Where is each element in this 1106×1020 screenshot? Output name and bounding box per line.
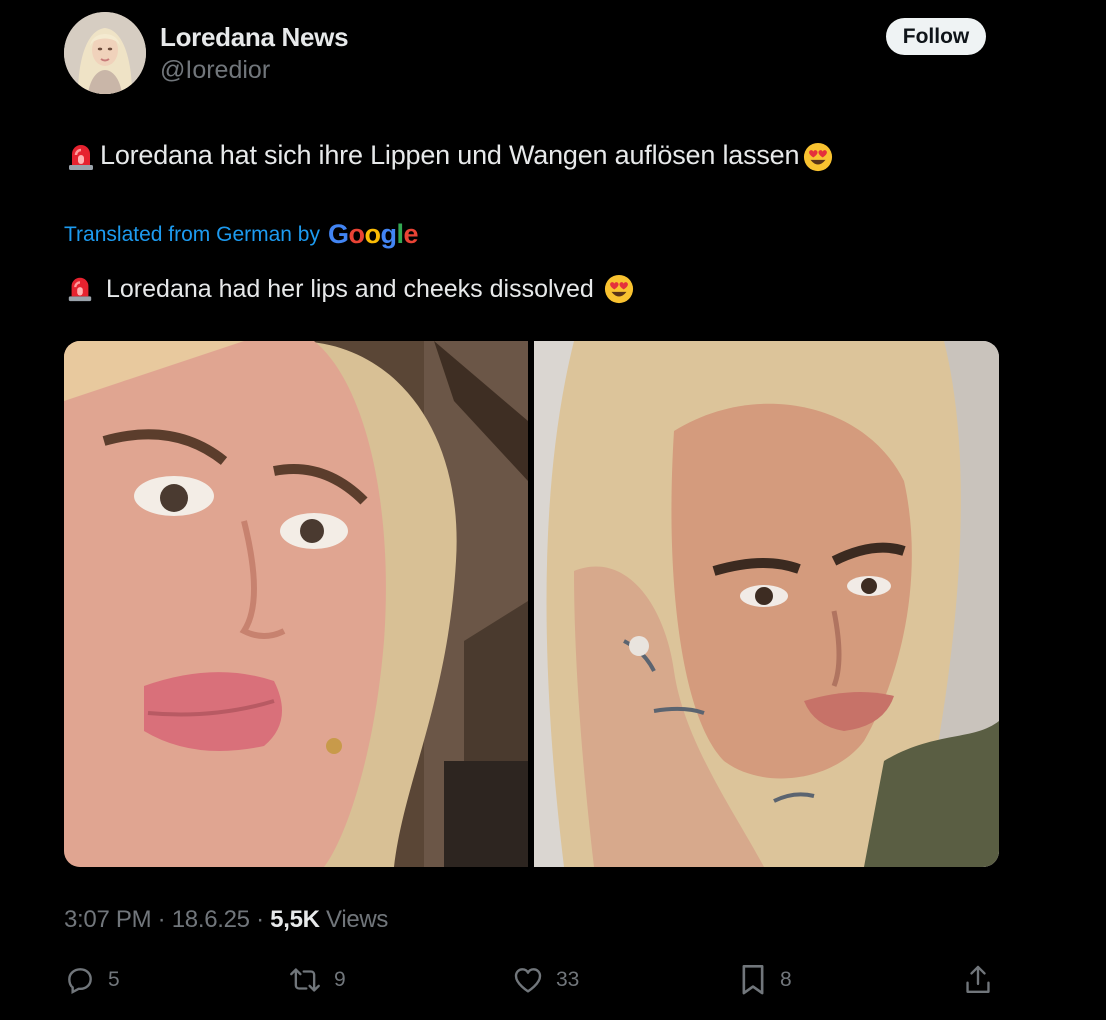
tweet-time[interactable]: 3:07 PM [64, 906, 152, 933]
meta-separator: · [157, 906, 166, 933]
avatar[interactable] [64, 12, 146, 94]
reply-count: 5 [108, 968, 120, 991]
author-handle[interactable]: @Ioredior [160, 56, 270, 85]
like-button[interactable]: 33 [512, 962, 579, 998]
share-button[interactable] [962, 962, 994, 998]
repost-count: 9 [334, 968, 346, 991]
google-logo: Google [327, 219, 419, 249]
tweet-text-content: Loredana hat sich ihre Lippen und Wangen… [100, 140, 800, 170]
tweet-date[interactable]: 18.6.25 [172, 906, 250, 933]
heart-icon [512, 964, 544, 996]
siren-icon [66, 141, 96, 171]
views-count: 5,5K [270, 906, 320, 933]
translation-text-content: Loredana had her lips and cheeks dissolv… [106, 274, 594, 303]
tweet-text: Loredana hat sich ihre Lippen und Wangen… [66, 140, 833, 171]
repost-button[interactable]: 9 [288, 962, 346, 998]
follow-button[interactable]: Follow [886, 18, 986, 55]
share-icon [962, 963, 994, 997]
translation-attribution[interactable]: Translated from German by Google [64, 219, 419, 250]
bookmark-count: 8 [780, 968, 792, 991]
photo-left[interactable] [64, 341, 528, 867]
photo-right[interactable] [534, 341, 999, 867]
reply-icon [64, 964, 96, 996]
translation-text: Loredana had her lips and cheeks dissolv… [66, 274, 634, 304]
views-label: Views [326, 906, 389, 933]
tweet: Loredana News @Ioredior Follow Loredana … [0, 0, 1106, 1020]
repost-icon [288, 964, 322, 996]
siren-icon [66, 274, 96, 304]
author-display-name[interactable]: Loredana News [160, 22, 349, 53]
reply-button[interactable]: 5 [64, 962, 120, 998]
translation-label: Translated from German by [64, 222, 320, 246]
bookmark-button[interactable]: 8 [738, 962, 792, 998]
heart-eyes-icon [803, 141, 833, 171]
media-grid [64, 341, 999, 867]
bookmark-icon [738, 963, 768, 997]
meta-separator: · [256, 906, 264, 933]
heart-eyes-icon [604, 274, 634, 304]
tweet-meta: 3:07 PM · 18.6.25 · 5,5K Views [64, 906, 388, 934]
like-count: 33 [556, 968, 580, 991]
